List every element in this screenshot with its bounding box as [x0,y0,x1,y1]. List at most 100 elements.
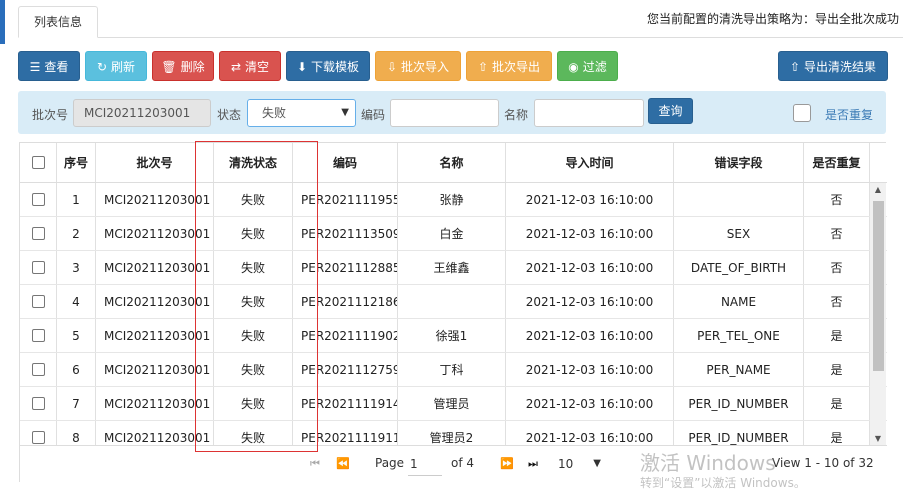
cell-duplicate: 否 [804,285,870,318]
cell-code: PER2021111914 [293,387,398,420]
scroll-up-icon[interactable]: ▲ [870,185,886,194]
delete-button-label: 删除 [180,60,205,74]
cell-select[interactable] [20,353,57,386]
cell-code: PER2021111911 [293,421,398,445]
cell-select[interactable] [20,319,57,352]
refresh-icon: ↻ [96,60,108,74]
page-input[interactable]: 1 [408,452,442,476]
export-clean-label: 导出清洗结果 [804,60,877,74]
cell-import-time: 2021-12-03 16:10:00 [506,217,674,250]
cell-code: PER2021111902 [293,319,398,352]
cell-import-time: 2021-12-03 16:10:00 [506,285,674,318]
view-button[interactable]: ☰ 查看 [18,51,80,81]
batch-input[interactable]: MCI20211203001 [73,99,211,127]
export-icon: ⇧ [477,60,489,74]
row-checkbox[interactable] [31,193,45,206]
table-row[interactable]: 1 MCI20211203001 失败 PER2021111955 张静 2021-12-… [20,183,887,217]
table-row[interactable]: 6 MCI20211203001 失败 PER2021112759 丁科 2021-12-… [20,353,887,387]
header-select-all[interactable] [20,143,57,182]
row-checkbox[interactable] [31,227,45,240]
query-button[interactable]: 查询 [648,98,693,124]
table-row[interactable]: 2 MCI20211203001 失败 PER2021113509 白金 2021-12-… [20,217,887,251]
cell-import-time: 2021-12-03 16:10:00 [506,387,674,420]
cell-duplicate: 否 [804,251,870,284]
last-page-icon[interactable]: ⏭ [528,457,538,471]
cell-error-field: NAME [674,285,804,318]
row-checkbox[interactable] [31,431,45,444]
row-checkbox[interactable] [31,295,45,308]
table-row[interactable]: 7 MCI20211203001 失败 PER2021111914 管理员 2021-12… [20,387,887,421]
vertical-scrollbar[interactable]: ▲ ▼ [870,183,886,445]
table-row[interactable]: 8 MCI20211203001 失败 PER2021111911 管理员2 2021-1… [20,421,887,445]
scroll-down-icon[interactable]: ▼ [870,434,886,443]
batch-import-button[interactable]: ⇩ 批次导入 [375,51,461,81]
cell-index: 7 [57,387,96,420]
cell-import-time: 2021-12-03 16:10:00 [506,183,674,216]
cell-select[interactable] [20,183,57,216]
download-icon: ⬇ [296,60,308,74]
cell-index: 3 [57,251,96,284]
clear-button[interactable]: ⇄ 清空 [219,51,281,81]
page-size-value: 10 [558,457,574,471]
table-row[interactable]: 5 MCI20211203001 失败 PER2021111902 徐强1 2021-12… [20,319,887,353]
header-code[interactable]: 编码 [293,143,398,182]
prev-page-icon[interactable]: ⏪ [336,457,350,470]
delete-button[interactable]: 🗑 删除 [152,51,214,81]
cell-code: PER2021112885 [293,251,398,284]
tab-list-info[interactable]: 列表信息 [18,6,98,38]
batch-export-label: 批次导出 [492,60,541,74]
cell-select[interactable] [20,217,57,250]
first-page-icon[interactable]: ⏮ [310,457,320,471]
cell-clean-status: 失败 [214,217,293,250]
scrollbar-thumb[interactable] [873,201,884,371]
status-select[interactable]: 失败 ▼ [247,99,356,127]
name-label: 名称 [504,108,529,122]
cell-clean-status: 失败 [214,387,293,420]
refresh-button[interactable]: ↻ 刷新 [85,51,147,81]
header-clean-status[interactable]: 清洗状态 [214,143,293,182]
row-checkbox[interactable] [31,261,45,274]
cell-name: 丁科 [398,353,506,386]
cell-select[interactable] [20,251,57,284]
row-checkbox[interactable] [31,397,45,410]
page-size-select[interactable]: 10 ▼ [553,452,603,476]
trash-icon: 🗑 [161,60,177,74]
cell-name: 王维鑫 [398,251,506,284]
table-row[interactable]: 4 MCI20211203001 失败 PER2021112186 2021-12-03… [20,285,887,319]
header-import-time[interactable]: 导入时间 [506,143,674,182]
code-input[interactable] [390,99,499,127]
select-all-checkbox[interactable] [31,156,45,169]
cell-error-field [674,183,804,216]
header-index[interactable]: 序号 [57,143,96,182]
download-template-button[interactable]: ⬇ 下载模板 [286,51,370,81]
filter-button-label: 过滤 [582,60,607,74]
cell-batch: MCI20211203001 [96,387,214,420]
name-input[interactable] [534,99,644,127]
cell-name [398,285,506,318]
next-page-icon[interactable]: ⏩ [500,457,514,470]
header-error-field[interactable]: 错误字段 [674,143,804,182]
cell-duplicate: 是 [804,421,870,445]
export-clean-result-button[interactable]: ⇧ 导出清洗结果 [778,51,888,81]
cell-duplicate: 是 [804,353,870,386]
header-duplicate[interactable]: 是否重复 [804,143,870,182]
cell-name: 管理员2 [398,421,506,445]
header-name[interactable]: 名称 [398,143,506,182]
cell-select[interactable] [20,285,57,318]
cell-select[interactable] [20,387,57,420]
cell-import-time: 2021-12-03 16:10:00 [506,319,674,352]
cell-select[interactable] [20,421,57,445]
duplicate-checkbox[interactable] [793,104,811,122]
swap-icon: ⇄ [230,60,242,74]
header-batch[interactable]: 批次号 [96,143,214,182]
page-count: of 4 [451,456,475,470]
page-label: Page [375,456,405,470]
table-row[interactable]: 3 MCI20211203001 失败 PER2021112885 王维鑫 2021-12… [20,251,887,285]
batch-export-button[interactable]: ⇧ 批次导出 [466,51,552,81]
export-clean-icon: ⇧ [789,60,801,74]
view-button-label: 查看 [44,60,69,74]
row-checkbox[interactable] [31,329,45,342]
row-checkbox[interactable] [31,363,45,376]
code-label: 编码 [361,108,386,122]
filter-button[interactable]: ◉ 过滤 [557,51,618,81]
